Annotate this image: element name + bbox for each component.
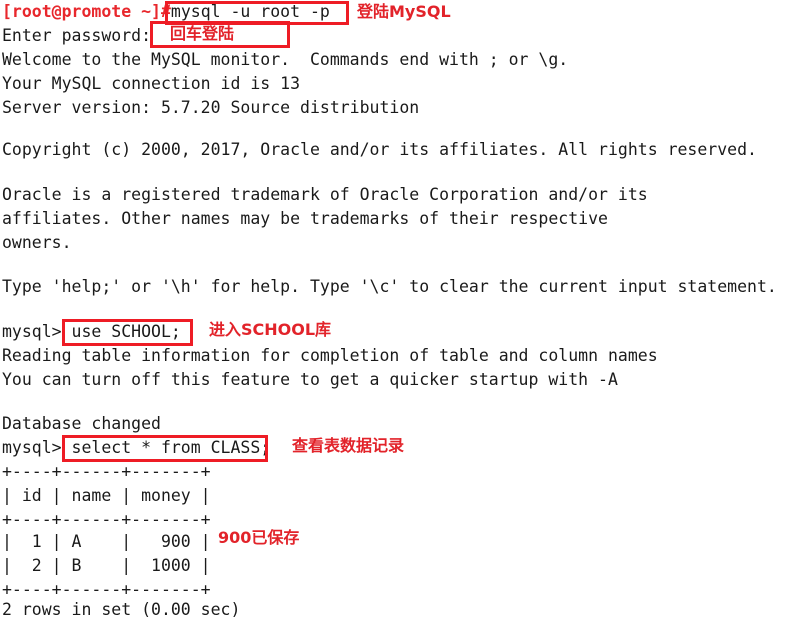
terminal-line: | id | name | money | [2,484,211,508]
terminal-line: Enter password: [2,24,151,48]
terminal-line-text: Reading table information for completion… [2,346,658,365]
terminal-line-text: affiliates. Other names may be trademark… [2,209,608,228]
annotation-view-table-records: 查看表数据记录 [292,436,405,455]
terminal-line: Database changed [2,412,161,436]
terminal-line-text: Enter password: [2,26,152,45]
terminal-window[interactable]: [root@promote ~]#mysql -u root -p Enter p… [0,0,808,626]
terminal-line-text: | 1 | A | 900 | [2,532,211,551]
terminal-line: mysql> use SCHOOL; [2,320,181,344]
terminal-line-text: | 2 | B | 1000 | [2,556,211,575]
terminal-line: Type 'help;' or '\h' for help. Type '\c'… [2,275,777,299]
terminal-line: affiliates. Other names may be trademark… [2,207,608,231]
terminal-line: You can turn off this feature to get a q… [2,368,618,392]
terminal-line-text: Type 'help;' or '\h' for help. Type '\c'… [2,277,777,296]
terminal-line-text: You can turn off this feature to get a q… [2,370,618,389]
terminal-line: | 2 | B | 1000 | [2,554,211,578]
terminal-line-text: Database changed [2,414,161,433]
terminal-line-text: owners. [2,233,72,252]
terminal-line: Copyright (c) 2000, 2017, Oracle and/or … [2,138,757,162]
terminal-line: mysql> select * from CLASS; [2,436,270,460]
terminal-line: Server version: 5.7.20 Source distributi… [2,96,419,120]
terminal-line-text: Oracle is a registered trademark of Orac… [2,185,648,204]
terminal-line: | 1 | A | 900 | [2,530,211,554]
terminal-line: owners. [2,231,72,255]
terminal-line-text: 2 rows in set (0.00 sec) [2,600,241,619]
terminal-line: 2 rows in set (0.00 sec) [2,598,240,622]
terminal-line-text: +----+------+-------+ [2,580,211,599]
terminal-line-text: Server version: 5.7.20 Source distributi… [2,98,420,117]
terminal-line: [root@promote ~]#mysql -u root -p [2,0,330,24]
terminal-line-text: +----+------+-------+ [2,510,211,529]
terminal-line-text: Your MySQL connection id is 13 [2,74,301,93]
terminal-line: Your MySQL connection id is 13 [2,72,300,96]
terminal-line: +----+------+-------+ [2,508,211,532]
terminal-line-text: Copyright (c) 2000, 2017, Oracle and/or … [2,140,757,159]
annotation-enter-school-db: 进入SCHOOL库 [209,320,332,339]
terminal-line: Welcome to the MySQL monitor. Commands e… [2,48,568,72]
shell-prompt: [root@promote ~]# [2,2,171,21]
annotation-900-saved: 900已保存 [218,528,300,547]
terminal-line-text: mysql> use SCHOOL; [2,322,181,341]
terminal-line-text: | id | name | money | [2,486,211,505]
terminal-line-text: mysql -u root -p [170,2,330,21]
terminal-line: Oracle is a registered trademark of Orac… [2,183,648,207]
annotation-login-mysql: 登陆MySQL [357,2,451,21]
terminal-line-text: +----+------+-------+ [2,462,211,481]
terminal-line-text: mysql> select * from CLASS; [2,438,271,457]
terminal-line: Reading table information for completion… [2,344,658,368]
terminal-line: +----+------+-------+ [2,460,211,484]
terminal-line-text: Welcome to the MySQL monitor. Commands e… [2,50,569,69]
annotation-press-enter-login: 回车登陆 [170,24,235,43]
